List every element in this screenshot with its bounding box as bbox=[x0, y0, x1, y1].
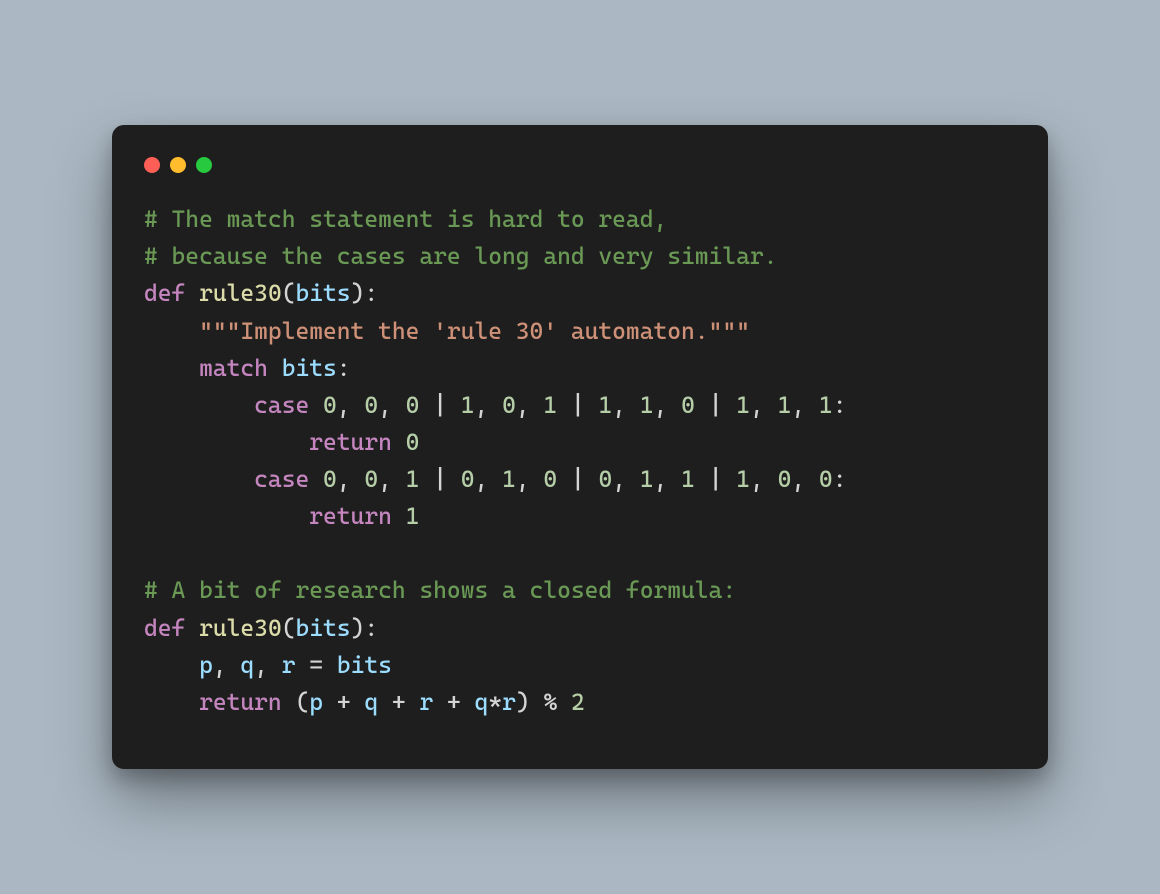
comment-line: # because the cases are long and very si… bbox=[144, 242, 777, 270]
minimize-icon[interactable] bbox=[170, 157, 186, 173]
func-name: rule30 bbox=[199, 279, 282, 307]
return-keyword: return bbox=[309, 428, 392, 456]
maximize-icon[interactable] bbox=[196, 157, 212, 173]
docstring: """Implement the 'rule 30' automaton.""" bbox=[199, 317, 750, 345]
return-keyword: return bbox=[309, 502, 392, 530]
code-window: # The match statement is hard to read, #… bbox=[112, 125, 1048, 769]
param: bits bbox=[296, 279, 351, 307]
param: bits bbox=[296, 614, 351, 642]
def-keyword: def bbox=[144, 279, 185, 307]
comment-line: # A bit of research shows a closed formu… bbox=[144, 576, 736, 604]
code-block: # The match statement is hard to read, #… bbox=[144, 201, 1016, 721]
def-keyword: def bbox=[144, 614, 185, 642]
func-name: rule30 bbox=[199, 614, 282, 642]
case-keyword: case bbox=[254, 391, 309, 419]
window-titlebar bbox=[144, 149, 1016, 201]
close-icon[interactable] bbox=[144, 157, 160, 173]
comment-line: # The match statement is hard to read, bbox=[144, 205, 667, 233]
case-keyword: case bbox=[254, 465, 309, 493]
return-keyword: return bbox=[199, 688, 282, 716]
match-keyword: match bbox=[199, 354, 268, 382]
